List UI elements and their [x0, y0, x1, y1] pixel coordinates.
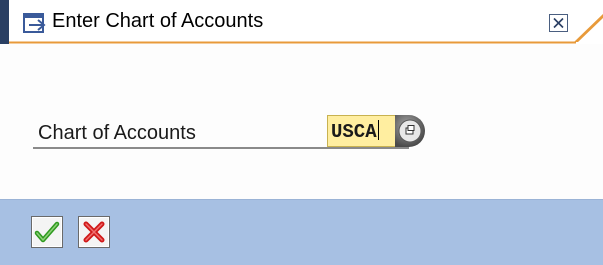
chart-of-accounts-label: Chart of Accounts: [38, 122, 196, 144]
cancel-x-icon[interactable]: [78, 216, 110, 248]
chart-of-accounts-value: USCA: [331, 121, 377, 143]
dialog-arrow-icon: [23, 13, 49, 35]
label-underline: [33, 147, 409, 149]
chart-of-accounts-input[interactable]: USCA: [327, 115, 396, 147]
dialog-toolbar: [0, 199, 603, 265]
text-cursor: [377, 120, 379, 140]
close-icon[interactable]: [549, 14, 568, 32]
window-title: Enter Chart of Accounts: [52, 10, 264, 32]
possible-entries-icon[interactable]: [395, 115, 429, 147]
dialog-content: Chart of Accounts USCA: [0, 44, 603, 199]
dialog-window: Enter Chart of Accounts Chart of Account…: [0, 0, 603, 265]
checkmark-icon[interactable]: [31, 216, 63, 248]
title-bar[interactable]: Enter Chart of Accounts: [0, 0, 603, 44]
